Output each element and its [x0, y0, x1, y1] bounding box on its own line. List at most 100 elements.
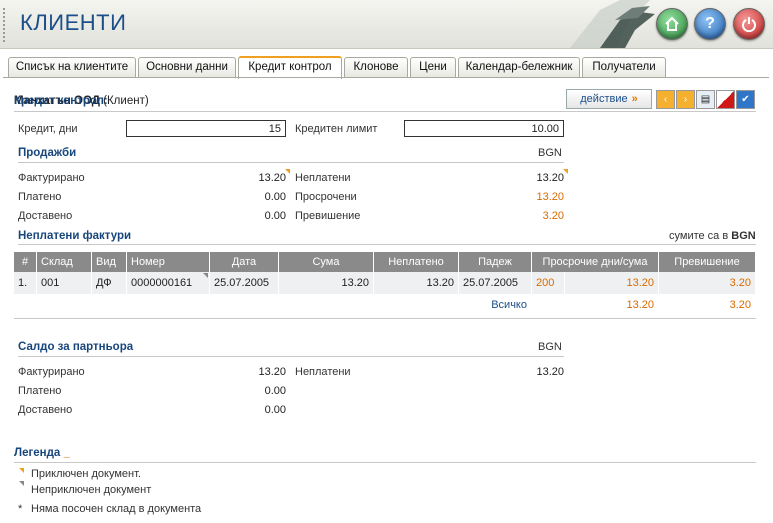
legend-open: Неприключен документ — [31, 484, 152, 496]
app-header: КЛИЕНТИ ? — [0, 0, 773, 49]
partner-currency: BGN — [538, 341, 562, 353]
unpaid-invoices-table: # Склад Вид Номер Дата Сума Неплатено Па… — [14, 252, 756, 316]
sales-underline — [18, 162, 564, 163]
sales-unpaid-value: 13.20 — [536, 172, 564, 184]
cell-due: 25.07.2005 — [458, 272, 532, 294]
table-row[interactable]: 1. 001 ДФ 0000000161 25.07.2005 13.20 13… — [14, 272, 756, 294]
col-excess[interactable]: Превишение — [658, 252, 756, 272]
sales-currency: BGN — [538, 147, 562, 159]
credit-title-label: Кредит контрол: — [14, 95, 108, 107]
partner-delivered-label: Доставено — [18, 404, 73, 416]
sales-invoiced-label: Фактурирано — [18, 172, 85, 184]
unpaid-underline — [18, 244, 756, 245]
tab-recipients[interactable]: Получатели — [582, 57, 666, 77]
cell-num: 1. — [14, 272, 37, 294]
client-role: (Клиент) — [103, 95, 149, 107]
col-amount[interactable]: Сума — [278, 252, 374, 272]
credit-title: Кредит контрол: Манхатън ООД (Клиент) — [14, 95, 149, 107]
col-date[interactable]: Дата — [209, 252, 279, 272]
col-overdue[interactable]: Просрочие дни/сума — [531, 252, 659, 272]
asterisk-marker: * — [18, 503, 23, 515]
table-total-row: Всичко 13.20 3.20 — [14, 294, 756, 316]
check-icon: ✔ — [741, 94, 750, 105]
open-marker-icon — [19, 481, 24, 486]
power-button[interactable] — [733, 8, 765, 40]
partner-unpaid-value: 13.20 — [536, 366, 564, 378]
currency-note: сумите са в BGN — [669, 230, 756, 242]
credit-limit-input[interactable]: 10.00 — [404, 120, 564, 137]
total-label: Всичко — [14, 294, 532, 316]
legend-underline — [14, 462, 756, 463]
partner-unpaid-label: Неплатени — [295, 366, 351, 378]
print-button[interactable]: ▤ — [696, 90, 715, 109]
help-button[interactable]: ? — [694, 8, 726, 40]
cell-overdue-days: 200 — [531, 272, 565, 294]
cell-excess: 3.20 — [658, 272, 756, 294]
partner-invoiced-value: 13.20 — [258, 366, 286, 378]
tab-prices[interactable]: Цени — [410, 57, 456, 77]
tab-branches[interactable]: Клонове — [344, 57, 408, 77]
cell-date: 25.07.2005 — [209, 272, 279, 294]
eagle-decoration-icon — [570, 0, 655, 48]
cell-amount: 13.20 — [278, 272, 374, 294]
closed-marker-icon — [285, 169, 290, 174]
col-store[interactable]: Склад — [36, 252, 92, 272]
cancel-button[interactable] — [716, 90, 735, 109]
credit-limit-label: Кредитен лимит — [295, 123, 378, 135]
prev-button[interactable]: ‹ — [656, 90, 675, 109]
currency-note-value: BGN — [731, 230, 756, 242]
home-icon — [665, 16, 679, 31]
total-excess: 3.20 — [658, 294, 756, 316]
closed-marker-icon — [563, 169, 568, 174]
action-label: действие — [580, 93, 628, 105]
divider — [14, 111, 756, 112]
tab-clients-list[interactable]: Списък на клиентите — [8, 57, 136, 77]
col-type[interactable]: Вид — [91, 252, 127, 272]
cell-type: ДФ — [91, 272, 127, 294]
next-button[interactable]: › — [676, 90, 695, 109]
sales-excess-value: 3.20 — [542, 210, 564, 222]
col-unpaid[interactable]: Неплатено — [373, 252, 459, 272]
partner-invoiced-label: Фактурирано — [18, 366, 85, 378]
currency-note-prefix: сумите са в — [669, 230, 729, 242]
sales-unpaid-label: Неплатени — [295, 172, 351, 184]
cell-number[interactable]: 0000000161 — [126, 272, 210, 294]
home-button[interactable] — [656, 8, 688, 40]
table-header-row: # Склад Вид Номер Дата Сума Неплатено Па… — [14, 252, 756, 272]
sales-delivered-label: Доставено — [18, 210, 73, 222]
col-number[interactable]: Номер — [126, 252, 210, 272]
legend-title[interactable]: Легенда _ — [14, 447, 70, 459]
col-num[interactable]: # — [14, 252, 37, 272]
sales-title: Продажби — [18, 147, 77, 159]
help-icon: ? — [705, 15, 715, 32]
credit-days-input[interactable]: 15 — [126, 120, 286, 137]
confirm-button[interactable]: ✔ — [736, 90, 755, 109]
cell-overdue-amount: 13.20 — [564, 272, 659, 294]
action-button[interactable]: действие» — [566, 89, 652, 109]
open-marker-icon — [203, 273, 208, 278]
partner-title: Салдо за партньора — [18, 341, 134, 353]
sales-paid-value: 0.00 — [264, 191, 286, 203]
closed-marker-icon — [19, 468, 24, 473]
col-due[interactable]: Падеж — [458, 252, 532, 272]
sales-delivered-value: 0.00 — [264, 210, 286, 222]
sales-overdue-value: 13.20 — [536, 191, 564, 203]
sales-paid-label: Платено — [18, 191, 62, 203]
tab-calendar[interactable]: Календар-бележник — [458, 57, 580, 77]
double-chevron-icon: » — [631, 93, 638, 105]
tab-credit-control[interactable]: Кредит контрол — [238, 56, 342, 79]
cell-number-text: 0000000161 — [131, 277, 193, 289]
cell-store: 001 — [36, 272, 92, 294]
cell-unpaid: 13.20 — [373, 272, 459, 294]
grip-handle[interactable] — [3, 8, 7, 42]
total-overdue: 13.20 — [531, 294, 659, 316]
partner-delivered-value: 0.00 — [264, 404, 286, 416]
collapse-icon: _ — [63, 447, 70, 459]
legend-closed: Приключен документ. — [31, 468, 141, 480]
sales-overdue-label: Просрочени — [295, 191, 357, 203]
tab-basic-data[interactable]: Основни данни — [138, 57, 236, 77]
credit-days-label: Кредит, дни — [18, 123, 78, 135]
legend-no-store: Няма посочен склад в документа — [31, 503, 202, 515]
sales-excess-label: Превишение — [295, 210, 361, 222]
print-icon: ▤ — [700, 94, 711, 105]
